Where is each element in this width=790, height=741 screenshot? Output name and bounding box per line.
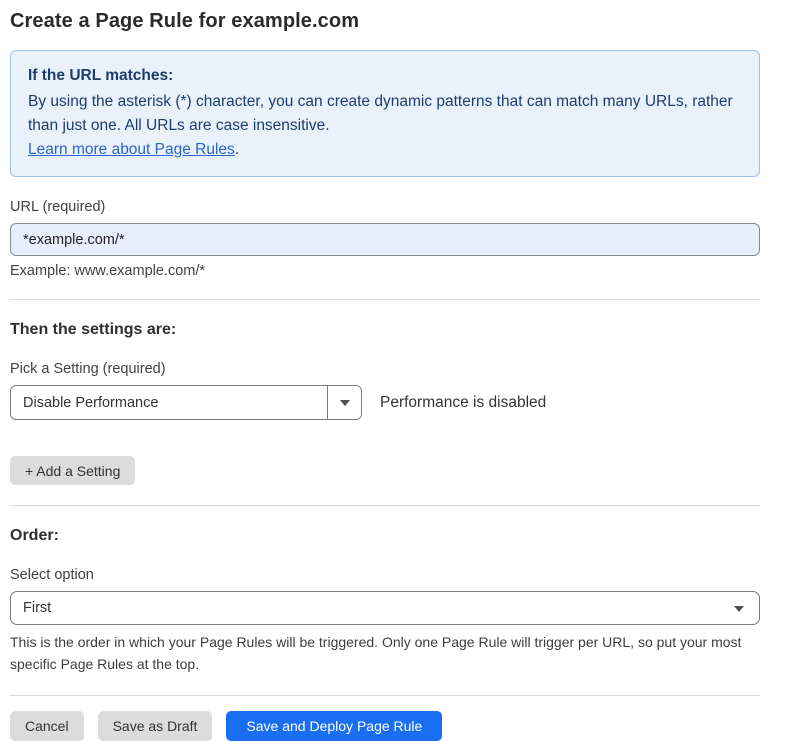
setting-select[interactable]: Disable Performance	[10, 385, 362, 420]
order-section-heading: Order:	[10, 527, 760, 545]
order-select[interactable]: First	[10, 591, 760, 625]
setting-status-text: Performance is disabled	[380, 394, 546, 412]
order-select-label: Select option	[10, 567, 760, 583]
settings-section-heading: Then the settings are:	[10, 321, 760, 339]
setting-select-value: Disable Performance	[11, 386, 327, 419]
chevron-down-icon	[734, 606, 744, 612]
order-help-text: This is the order in which your Page Rul…	[10, 631, 760, 675]
pick-setting-label: Pick a Setting (required)	[10, 361, 760, 377]
info-box-link-line: Learn more about Page Rules.	[28, 138, 742, 162]
link-suffix: .	[235, 141, 239, 158]
url-input[interactable]	[10, 223, 760, 256]
url-label: URL (required)	[10, 199, 760, 215]
url-matches-info-box: If the URL matches: By using the asteris…	[10, 50, 760, 177]
url-example-text: Example: www.example.com/*	[10, 263, 760, 279]
add-setting-button[interactable]: + Add a Setting	[10, 456, 135, 485]
divider	[10, 695, 760, 696]
order-select-value: First	[23, 600, 51, 616]
info-box-body: By using the asterisk (*) character, you…	[28, 90, 742, 138]
page-rule-form: Create a Page Rule for example.com If th…	[10, 0, 760, 741]
setting-select-arrow-button[interactable]	[327, 386, 361, 419]
learn-more-link[interactable]: Learn more about Page Rules	[28, 141, 235, 158]
setting-row: Disable Performance Performance is disab…	[10, 385, 760, 420]
divider	[10, 299, 760, 300]
page-title: Create a Page Rule for example.com	[10, 10, 760, 33]
footer-buttons: Cancel Save as Draft Save and Deploy Pag…	[10, 711, 760, 741]
save-and-deploy-button[interactable]: Save and Deploy Page Rule	[226, 711, 442, 741]
info-box-heading: If the URL matches:	[28, 64, 742, 88]
chevron-down-icon	[340, 400, 350, 406]
divider	[10, 505, 760, 506]
cancel-button[interactable]: Cancel	[10, 711, 84, 741]
save-as-draft-button[interactable]: Save as Draft	[98, 711, 213, 741]
